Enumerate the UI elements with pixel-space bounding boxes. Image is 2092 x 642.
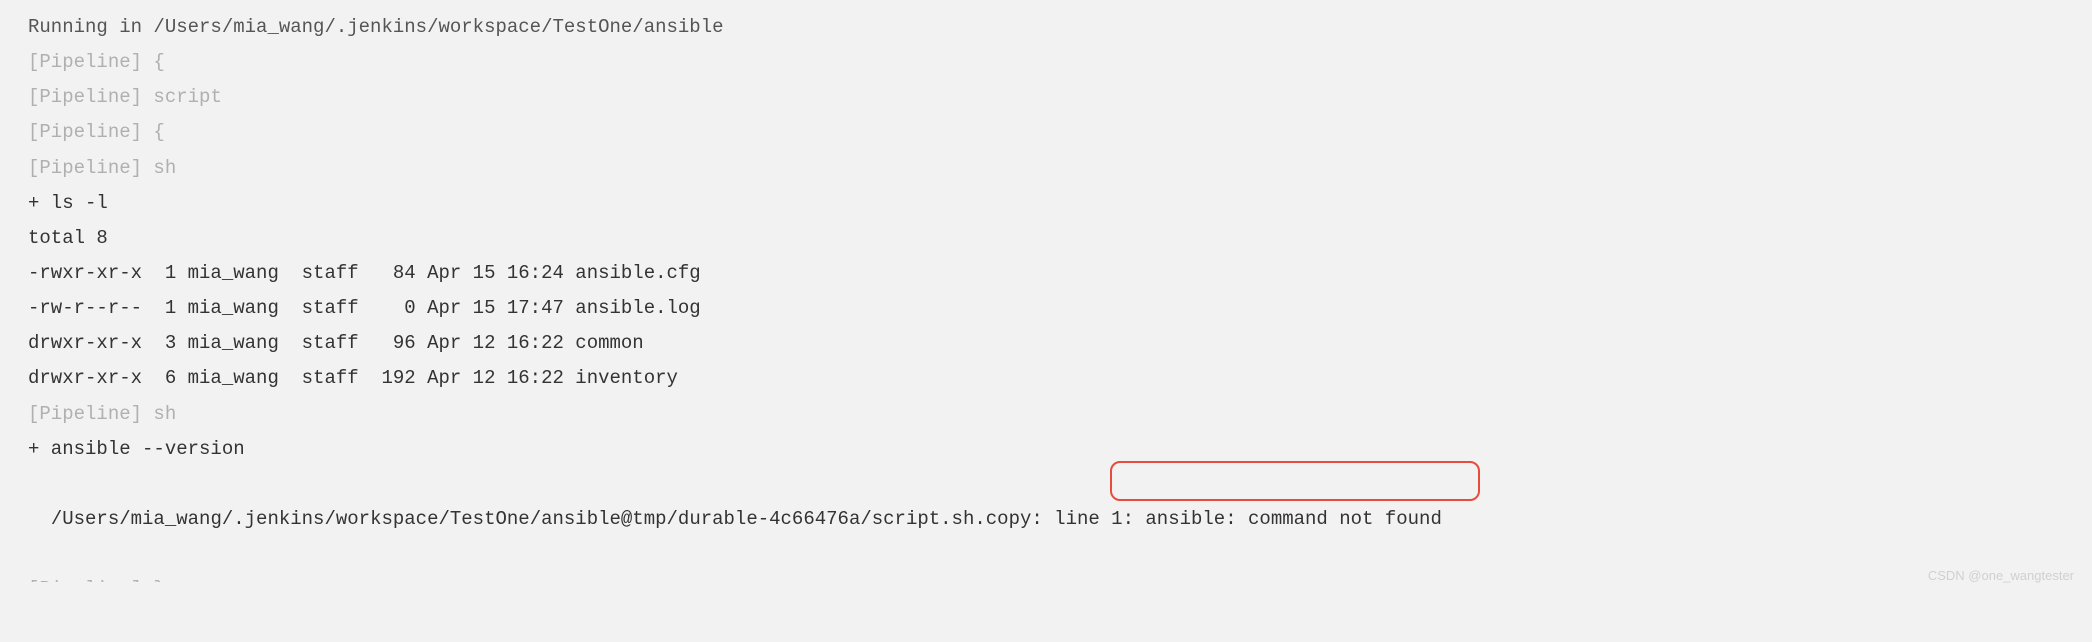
error-path-text: /Users/mia_wang/.jenkins/workspace/TestO…	[51, 508, 1123, 530]
log-line: drwxr-xr-x 3 mia_wang staff 96 Apr 12 16…	[28, 326, 2064, 361]
log-line: [Pipeline] sh	[28, 151, 2064, 186]
pipeline-prefix: [Pipeline]	[28, 121, 142, 143]
pipeline-prefix: [Pipeline]	[28, 51, 142, 73]
log-line-cutoff: [Pipeline] }	[28, 572, 2064, 582]
log-line: [Pipeline] script	[28, 80, 2064, 115]
watermark: CSDN @one_wangtester	[1928, 564, 2074, 588]
log-text: sh	[142, 403, 176, 425]
log-text: sh	[142, 157, 176, 179]
error-log-line: /Users/mia_wang/.jenkins/workspace/TestO…	[28, 467, 2064, 572]
log-line: [Pipeline] {	[28, 115, 2064, 150]
log-line: [Pipeline] {	[28, 45, 2064, 80]
pipeline-prefix: [Pipeline]	[28, 86, 142, 108]
log-line: -rwxr-xr-x 1 mia_wang staff 84 Apr 15 16…	[28, 256, 2064, 291]
log-text: {	[142, 51, 165, 73]
error-highlight-box	[1110, 461, 1480, 501]
log-line: + ls -l	[28, 186, 2064, 221]
log-line: [Pipeline] sh	[28, 397, 2064, 432]
log-text: script	[142, 86, 222, 108]
log-line: + ansible --version	[28, 432, 2064, 467]
log-line: -rw-r--r-- 1 mia_wang staff 0 Apr 15 17:…	[28, 291, 2064, 326]
log-line: Running in /Users/mia_wang/.jenkins/work…	[28, 10, 2064, 45]
pipeline-prefix: [Pipeline]	[28, 578, 142, 582]
error-message-text: : ansible: command not found	[1123, 508, 1442, 530]
pipeline-prefix: [Pipeline]	[28, 403, 142, 425]
log-text: }	[142, 578, 165, 582]
log-line: drwxr-xr-x 6 mia_wang staff 192 Apr 12 1…	[28, 361, 2064, 396]
log-line: total 8	[28, 221, 2064, 256]
log-text: {	[142, 121, 165, 143]
pipeline-prefix: [Pipeline]	[28, 157, 142, 179]
